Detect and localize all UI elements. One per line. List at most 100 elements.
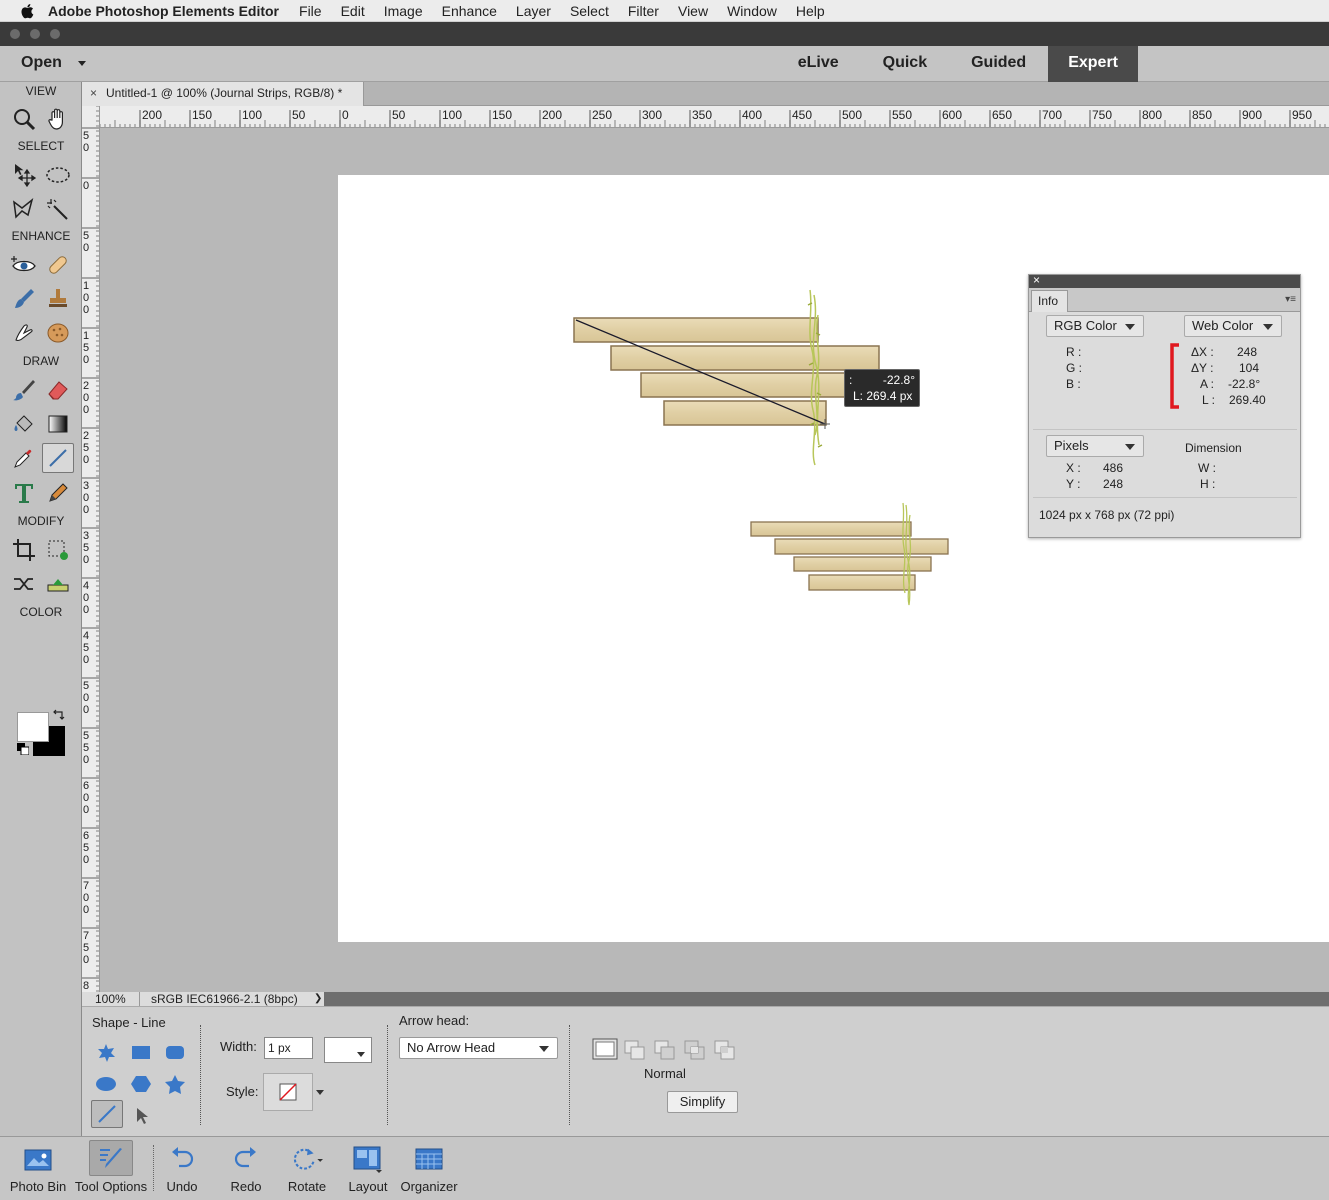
color-mode-dropdown-2[interactable]: Web Color	[1184, 315, 1282, 337]
photo-bin-button[interactable]: Photo Bin	[6, 1137, 70, 1200]
brush-tool[interactable]	[8, 375, 40, 405]
swap-colors-icon[interactable]	[52, 708, 66, 722]
star-shape-button[interactable]	[163, 1073, 187, 1095]
units-value: Pixels	[1054, 438, 1089, 453]
shape-selection-button[interactable]	[130, 1105, 154, 1127]
line-shape-button[interactable]	[91, 1100, 123, 1128]
custom-shape-button[interactable]	[94, 1041, 118, 1063]
menu-help[interactable]: Help	[796, 3, 825, 19]
type-tool[interactable]	[8, 478, 40, 508]
exclude-overlap-icon[interactable]	[714, 1040, 736, 1060]
menu-edit[interactable]: Edit	[341, 3, 365, 19]
rectangle-shape-button[interactable]	[129, 1041, 153, 1063]
bandage-icon	[49, 256, 67, 274]
spot-healing-tool[interactable]	[42, 250, 74, 280]
gradient-tool[interactable]	[42, 409, 74, 439]
units-dropdown[interactable]: Pixels	[1046, 435, 1144, 457]
subtract-from-shape-icon[interactable]	[654, 1040, 676, 1060]
redo-button[interactable]: Redo	[222, 1137, 270, 1200]
app-name[interactable]: Adobe Photoshop Elements Editor	[48, 3, 279, 19]
add-to-shape-icon[interactable]	[624, 1040, 646, 1060]
smart-brush-tool[interactable]	[8, 284, 40, 314]
tab-guided[interactable]: Guided	[949, 46, 1048, 82]
color-mode-dropdown-1[interactable]: RGB Color	[1046, 315, 1144, 337]
smudge-tool[interactable]	[8, 318, 40, 348]
smudge-finger-icon	[15, 324, 33, 341]
chevron-right-icon[interactable]: ❯	[314, 992, 322, 1006]
window-minimize-button[interactable]	[30, 29, 40, 39]
menu-enhance[interactable]: Enhance	[442, 3, 497, 19]
default-colors-icon[interactable]	[17, 743, 29, 755]
shape-line-tool[interactable]	[42, 443, 74, 473]
horizontal-ruler[interactable]: 200 150 100 50 0 50 100 150 200 250 300 350 400 450 50…	[100, 106, 1329, 128]
zoom-tool[interactable]	[8, 104, 40, 134]
intersect-shape-icon[interactable]	[684, 1040, 706, 1060]
rounded-rectangle-shape-button[interactable]	[163, 1041, 187, 1063]
tool-options-button[interactable]: Tool Options	[72, 1137, 150, 1200]
horizontal-ruler-ticks: 200 150 100 50 0 50 100 150 200 250 300 350 400 450 50…	[100, 108, 1326, 127]
eraser-tool[interactable]	[42, 375, 74, 405]
menu-image[interactable]: Image	[384, 3, 423, 19]
menu-filter[interactable]: Filter	[628, 3, 659, 19]
window-close-button[interactable]	[10, 29, 20, 39]
ruler-label: 50	[392, 108, 406, 122]
close-panel-icon[interactable]: ×	[1033, 273, 1040, 287]
paint-bucket-tool[interactable]	[8, 409, 40, 439]
clone-stamp-tool[interactable]	[42, 284, 74, 314]
chevron-down-icon[interactable]	[316, 1090, 324, 1095]
organizer-button[interactable]: Organizer	[398, 1137, 460, 1200]
tab-expert[interactable]: Expert	[1048, 46, 1138, 82]
rotate-button[interactable]: Rotate	[282, 1137, 332, 1200]
menu-view[interactable]: View	[678, 3, 708, 19]
ellipse-shape-button[interactable]	[94, 1073, 118, 1095]
ruler-label: 3	[83, 530, 89, 542]
polygon-shape-button[interactable]	[129, 1073, 153, 1095]
close-tab-icon[interactable]: ×	[90, 82, 97, 105]
crop-tool[interactable]	[8, 535, 40, 565]
tab-info[interactable]: Info	[1031, 290, 1068, 312]
x-label: X :	[1066, 461, 1081, 475]
pencil-tool[interactable]	[42, 478, 74, 508]
tab-elive[interactable]: eLive	[776, 46, 861, 82]
info-panel-header[interactable]: ×	[1029, 273, 1300, 288]
ruler-label: 2	[83, 430, 89, 442]
lasso-tool[interactable]	[8, 194, 40, 224]
document-tab[interactable]: × Untitled-1 @ 100% (Journal Strips, RGB…	[82, 82, 364, 106]
vertical-ruler[interactable]: 5005010015020025030035040045050055060065…	[82, 106, 100, 992]
sponge-tool[interactable]	[42, 318, 74, 348]
simplify-button[interactable]: Simplify	[667, 1091, 738, 1113]
ruler-label: 0	[83, 904, 89, 916]
line-icon	[98, 1105, 116, 1123]
elliptical-marquee-tool[interactable]	[42, 160, 74, 190]
menu-layer[interactable]: Layer	[516, 3, 551, 19]
magic-wand-tool[interactable]	[42, 194, 74, 224]
ruler-label: 0	[83, 892, 89, 904]
straighten-tool[interactable]	[42, 569, 74, 599]
width-input[interactable]: 1 px	[264, 1037, 313, 1059]
canvas-area[interactable]: : -22.8° L: 269.4 px	[100, 128, 1329, 992]
menu-select[interactable]: Select	[570, 3, 609, 19]
color-picker[interactable]	[324, 1037, 372, 1063]
zoom-level[interactable]: 100%	[82, 992, 140, 1006]
undo-button[interactable]: Undo	[158, 1137, 206, 1200]
panel-menu-icon[interactable]: ▾≡	[1285, 294, 1296, 305]
window-zoom-button[interactable]	[50, 29, 60, 39]
arrow-head-dropdown[interactable]: No Arrow Head	[399, 1037, 558, 1059]
menu-file[interactable]: File	[299, 3, 322, 19]
red-eye-tool[interactable]	[8, 250, 40, 280]
eyedropper-tool[interactable]	[8, 443, 40, 473]
content-aware-move-tool[interactable]	[8, 569, 40, 599]
apple-icon[interactable]	[20, 3, 34, 19]
new-shape-layer-icon[interactable]	[592, 1038, 618, 1060]
menu-window[interactable]: Window	[727, 3, 777, 19]
open-button[interactable]: Open	[21, 54, 62, 72]
hand-tool[interactable]	[42, 104, 74, 134]
style-picker[interactable]	[263, 1073, 313, 1111]
tab-quick[interactable]: Quick	[861, 46, 949, 82]
move-tool[interactable]	[8, 160, 40, 190]
photo-bin-label: Photo Bin	[9, 1179, 67, 1194]
foreground-color-swatch[interactable]	[17, 712, 49, 742]
layout-button[interactable]: Layout	[343, 1137, 393, 1200]
recompose-tool[interactable]	[42, 535, 74, 565]
open-dropdown-icon[interactable]	[78, 61, 86, 66]
